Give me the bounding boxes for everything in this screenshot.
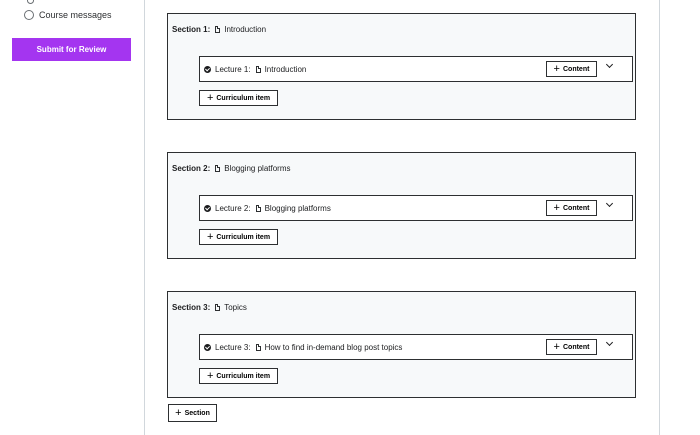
- section-title: Blogging platforms: [224, 164, 291, 173]
- content-button-label: Content: [562, 65, 590, 73]
- add-content-button[interactable]: + Content: [546, 339, 597, 355]
- left-sidebar: Course messages Submit for Review: [0, 0, 145, 435]
- content-button-label: Content: [562, 343, 590, 351]
- main-divider: [144, 0, 145, 435]
- chevron-down-icon[interactable]: [605, 340, 613, 348]
- section-title: Introduction: [224, 25, 267, 34]
- chevron-down-icon[interactable]: [605, 62, 613, 70]
- lecture-row[interactable]: Lecture 1: Introduction + Content: [199, 56, 633, 82]
- section-label: Section 1:: [172, 25, 211, 34]
- right-divider: [659, 0, 660, 435]
- document-icon: [215, 165, 221, 172]
- document-icon: [255, 344, 261, 351]
- section-label: Section 3:: [172, 303, 211, 312]
- lecture-title: Blogging platforms: [264, 204, 331, 213]
- plus-icon: +: [553, 340, 560, 353]
- document-icon: [215, 26, 221, 33]
- submit-for-review-button[interactable]: Submit for Review: [12, 38, 131, 61]
- add-curriculum-item-button[interactable]: + Curriculum item: [199, 229, 278, 245]
- document-icon: [255, 205, 261, 212]
- add-curriculum-item-button[interactable]: + Curriculum item: [199, 368, 278, 384]
- plus-icon: +: [206, 91, 214, 104]
- lecture-row[interactable]: Lecture 2: Blogging platforms + Content: [199, 195, 633, 221]
- nav-item-label: Course messages: [39, 10, 112, 20]
- lecture-row[interactable]: Lecture 3: How to find in-demand blog po…: [199, 334, 633, 360]
- lecture-label: Lecture 3:: [215, 343, 251, 352]
- lecture-title: Introduction: [264, 65, 307, 74]
- section-header[interactable]: Section 3: Topics: [172, 303, 247, 312]
- section-header[interactable]: Section 1: Introduction: [172, 25, 266, 34]
- add-content-button[interactable]: + Content: [546, 61, 597, 77]
- plus-icon: +: [206, 369, 214, 382]
- add-section-button[interactable]: + Section: [168, 404, 217, 422]
- add-content-button[interactable]: + Content: [546, 200, 597, 216]
- lecture-label: Lecture 1:: [215, 65, 251, 74]
- partial-radio-icon: [27, 0, 34, 4]
- section-label: Section 2:: [172, 164, 211, 173]
- add-section-label: Section: [184, 409, 210, 417]
- section-card: Section 2: Blogging platforms Lecture 2:…: [167, 152, 636, 259]
- document-icon: [215, 304, 221, 311]
- plus-icon: +: [553, 201, 560, 214]
- curriculum-button-label: Curriculum item: [216, 233, 271, 241]
- content-button-label: Content: [562, 204, 590, 212]
- lecture-label: Lecture 2:: [215, 204, 251, 213]
- curriculum-button-label: Curriculum item: [216, 94, 271, 102]
- section-header[interactable]: Section 2: Blogging platforms: [172, 164, 291, 173]
- curriculum-button-label: Curriculum item: [216, 372, 271, 380]
- check-circle-icon: [204, 205, 211, 212]
- plus-icon: +: [553, 62, 560, 75]
- section-card: Section 3: Topics Lecture 3: How to find…: [167, 291, 636, 398]
- check-circle-icon: [204, 344, 211, 351]
- section-card: Section 1: Introduction Lecture 1: Intro…: [167, 13, 636, 120]
- add-curriculum-item-button[interactable]: + Curriculum item: [199, 90, 278, 106]
- plus-icon: +: [206, 230, 214, 243]
- lecture-title: How to find in-demand blog post topics: [264, 343, 403, 352]
- nav-item-course-messages[interactable]: Course messages: [24, 10, 112, 20]
- plus-icon: +: [175, 406, 182, 419]
- document-icon: [255, 66, 261, 73]
- check-circle-icon: [204, 66, 211, 73]
- section-title: Topics: [224, 303, 247, 312]
- chevron-down-icon[interactable]: [605, 201, 613, 209]
- radio-icon[interactable]: [24, 10, 34, 20]
